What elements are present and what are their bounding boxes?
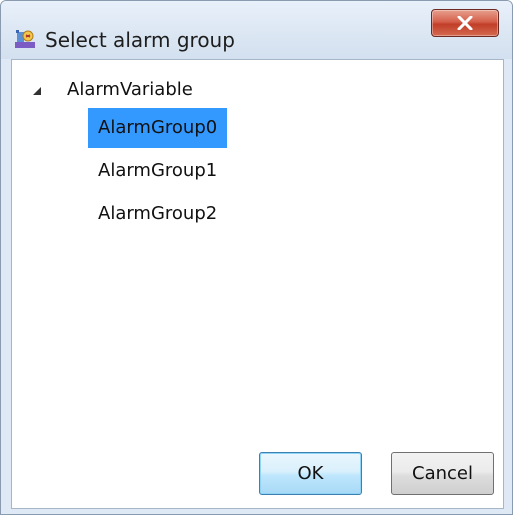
dialog-title: Select alarm group — [45, 28, 235, 52]
close-icon — [457, 16, 473, 30]
tree-item-alarm-group-0[interactable]: AlarmGroup0 — [88, 108, 228, 148]
select-alarm-group-dialog: Select alarm group AlarmVariable AlarmGr… — [0, 0, 513, 515]
close-button[interactable] — [431, 9, 499, 37]
tree-item-alarm-group-1[interactable]: AlarmGroup1 — [88, 151, 227, 191]
tree-node-label: AlarmVariable — [67, 79, 193, 100]
ok-button[interactable]: OK — [259, 452, 362, 495]
dialog-content: AlarmVariable AlarmGroup0 AlarmGroup1 Al… — [11, 59, 504, 509]
app-icon — [14, 28, 36, 50]
cancel-button[interactable]: Cancel — [391, 452, 494, 495]
tree-item-alarm-group-2[interactable]: AlarmGroup2 — [88, 194, 227, 234]
title-bar[interactable]: Select alarm group — [1, 1, 512, 59]
alarm-group-tree[interactable]: AlarmVariable AlarmGroup0 AlarmGroup1 Al… — [12, 60, 503, 430]
expanded-triangle-icon[interactable] — [30, 83, 44, 97]
